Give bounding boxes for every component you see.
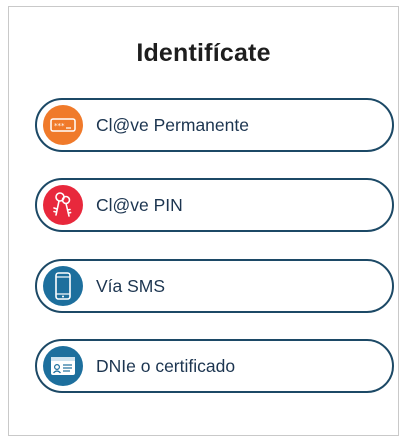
svg-text:***: ***	[54, 122, 65, 130]
id-card-icon	[43, 346, 83, 386]
via-sms-button[interactable]: Vía SMS	[35, 259, 394, 313]
mobile-phone-icon	[43, 266, 83, 306]
clave-pin-button[interactable]: Cl@ve PIN	[35, 178, 394, 232]
via-sms-label: Vía SMS	[96, 275, 166, 296]
clave-pin-label: Cl@ve PIN	[96, 194, 183, 215]
keys-icon	[43, 185, 83, 225]
clave-permanente-label: Cl@ve Permanente	[96, 114, 249, 135]
dnie-certificado-label: DNIe o certificado	[96, 355, 236, 376]
clave-permanente-button[interactable]: *** Cl@ve Permanente	[35, 98, 394, 152]
dnie-certificado-button[interactable]: DNIe o certificado	[35, 339, 394, 393]
page-title: Identifícate	[136, 39, 271, 67]
login-card: Identifícate *** Cl@ve Permanente Cl@ve …	[8, 6, 399, 436]
password-field-icon: ***	[43, 105, 83, 145]
